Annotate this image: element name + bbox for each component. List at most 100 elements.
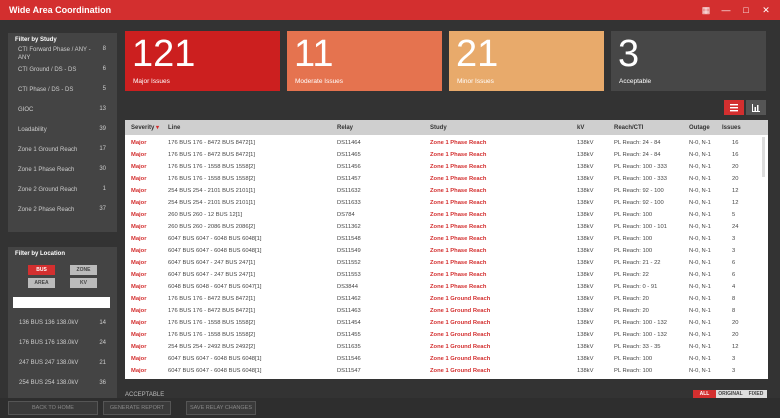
location-search-input[interactable] <box>13 297 110 308</box>
col-kv[interactable]: kV <box>577 125 584 131</box>
study-filter-item[interactable]: GIOC 13 <box>8 104 117 121</box>
study-filter-item[interactable]: Loadability 39 <box>8 124 117 141</box>
location-filter-item[interactable]: 247 BUS 247 138.0kV 21 <box>8 355 117 372</box>
table-row[interactable]: Major 176 BUS 176 - 1558 BUS 1558[2] DS114… <box>125 329 768 341</box>
cell-line: 6047 BUS 6047 - 247 BUS 247[1] <box>168 272 256 278</box>
close-icon[interactable]: ✕ <box>756 5 776 16</box>
col-severity[interactable]: Severity <box>131 125 154 131</box>
table-row[interactable]: Major 176 BUS 176 - 1558 BUS 1558[2] DS114… <box>125 161 768 173</box>
location-filter-item[interactable]: 136 BUS 136 138.0kV 14 <box>8 315 117 332</box>
table-row[interactable]: Major 254 BUS 254 - 2101 BUS 2101[1] DS116… <box>125 197 768 209</box>
generate-report-button[interactable]: GENERATE REPORT <box>103 401 171 415</box>
cell-outage: N-0, N-1 <box>689 272 711 278</box>
table-row[interactable]: Major 6048 BUS 6048 - 6047 BUS 6047[1] DS3… <box>125 281 768 293</box>
cell-relay: DS3844 <box>337 284 358 290</box>
maximize-icon[interactable]: □ <box>736 5 756 15</box>
study-filter-item[interactable]: Zone 2 Phase Reach 37 <box>8 204 117 221</box>
table-row[interactable]: Major 254 BUS 254 - 2492 BUS 2492[2] DS116… <box>125 341 768 353</box>
study-filter-count: 6 <box>102 66 106 72</box>
study-filter-item[interactable]: Zone 2 Ground Reach 1 <box>8 184 117 201</box>
table-row[interactable]: Major 260 BUS 260 - 12 BUS 12[1] DS784 Zone… <box>125 209 768 221</box>
cell-outage: N-0, N-1 <box>689 296 711 302</box>
table-row[interactable]: Major 6047 BUS 6047 - 6048 BUS 6048[1] DS1… <box>125 245 768 257</box>
location-filter-item[interactable]: 176 BUS 176 138.0kV 24 <box>8 335 117 352</box>
chip-zone[interactable]: ZONE <box>70 265 97 275</box>
back-to-home-button[interactable]: BACK TO HOME <box>8 401 98 415</box>
study-filter-item[interactable]: CTI Forward Phase / ANY - ANY 8 <box>8 44 117 61</box>
minor-issues-card[interactable]: 21 Minor Issues <box>449 31 604 91</box>
save-relay-changes-button[interactable]: SAVE RELAY CHANGES <box>186 401 256 415</box>
grid-icon[interactable]: ▦ <box>696 5 716 16</box>
table-row[interactable]: Major 6047 BUS 6047 - 6048 BUS 6048[1] DS1… <box>125 365 768 377</box>
cell-kv: 138kV <box>577 284 594 290</box>
cell-line: 6047 BUS 6047 - 6048 BUS 6048[1] <box>168 236 262 242</box>
study-filter-label: Zone 1 Phase Reach <box>18 167 75 173</box>
cell-relay: DS11635 <box>337 344 361 350</box>
cell-relay: DS11462 <box>337 296 361 302</box>
major-issues-card[interactable]: 121 Major Issues <box>125 31 280 91</box>
cell-relay: DS11632 <box>337 188 361 194</box>
cell-relay: DS11455 <box>337 332 361 338</box>
card-count: 21 <box>456 33 499 75</box>
location-filter-count: 36 <box>99 380 106 386</box>
study-filter-item[interactable]: Zone 1 Phase Reach 30 <box>8 164 117 181</box>
table-row[interactable]: Major 176 BUS 176 - 1558 BUS 1558[2] DS114… <box>125 173 768 185</box>
cell-study: Zone 1 Ground Reach <box>430 344 491 350</box>
cell-severity: Major <box>131 320 147 326</box>
cell-study: Zone 1 Ground Reach <box>430 356 491 362</box>
cell-severity: Major <box>131 200 147 206</box>
study-filter-count: 13 <box>99 106 106 112</box>
table-row[interactable]: Major 6047 BUS 6047 - 247 BUS 247[1] DS115… <box>125 269 768 281</box>
cell-severity: Major <box>131 260 147 266</box>
cell-kv: 138kV <box>577 332 594 338</box>
table-row[interactable]: Major 6047 BUS 6047 - 247 BUS 247[1] DS115… <box>125 257 768 269</box>
table-scrollbar[interactable] <box>762 137 765 177</box>
cell-study: Zone 1 Phase Reach <box>430 284 487 290</box>
study-filter-item[interactable]: Zone 1 Ground Reach 17 <box>8 144 117 161</box>
cell-reach: PL Reach: 100 <box>614 368 653 374</box>
window-title: Wide Area Coordination <box>9 5 112 15</box>
chart-view-button[interactable] <box>746 100 766 115</box>
minimize-icon[interactable]: — <box>716 5 736 15</box>
table-row[interactable]: Major 176 BUS 176 - 8472 BUS 8472[1] DS114… <box>125 293 768 305</box>
study-filter-item[interactable]: CTI Ground / DS - DS 6 <box>8 64 117 81</box>
moderate-issues-card[interactable]: 11 Moderate Issues <box>287 31 442 91</box>
cell-reach: PL Reach: 92 - 100 <box>614 200 664 206</box>
col-relay[interactable]: Relay <box>337 125 353 131</box>
cell-severity: Major <box>131 236 147 242</box>
cell-issues: 16 <box>732 140 739 146</box>
study-filter-item[interactable]: CTI Phase / DS - DS 5 <box>8 84 117 101</box>
table-row[interactable]: Major 176 BUS 176 - 8472 BUS 8472[1] DS114… <box>125 305 768 317</box>
table-row[interactable]: Major 260 BUS 260 - 2086 BUS 2086[2] DS113… <box>125 221 768 233</box>
location-filter-label: 176 BUS 176 138.0kV <box>19 340 79 346</box>
col-line[interactable]: Line <box>168 125 180 131</box>
cell-severity: Major <box>131 356 147 362</box>
cell-line: 260 BUS 260 - 2086 BUS 2086[2] <box>168 224 256 230</box>
col-reach-cti[interactable]: Reach/CTI <box>614 125 643 131</box>
table-row[interactable]: Major 176 BUS 176 - 8472 BUS 8472[1] DS114… <box>125 149 768 161</box>
chip-area[interactable]: AREA <box>28 278 55 288</box>
location-filter-item[interactable]: 254 BUS 254 138.0kV 36 <box>8 375 117 392</box>
acceptable-card[interactable]: 3 Acceptable <box>611 31 766 91</box>
cell-relay: DS11456 <box>337 164 361 170</box>
cell-issues: 20 <box>732 164 739 170</box>
table-row[interactable]: Major 6047 BUS 6047 - 6048 BUS 6048[1] DS1… <box>125 233 768 245</box>
col-study[interactable]: Study <box>430 125 447 131</box>
cell-relay: DS11553 <box>337 272 361 278</box>
table-row[interactable]: Major 176 BUS 176 - 8472 BUS 8472[1] DS114… <box>125 137 768 149</box>
col-outage[interactable]: Outage <box>689 125 710 131</box>
cell-issues: 6 <box>732 260 736 266</box>
chip-kv[interactable]: KV <box>70 278 97 288</box>
chip-bus[interactable]: BUS <box>28 265 55 275</box>
table-row[interactable]: Major 254 BUS 254 - 2101 BUS 2101[1] DS116… <box>125 185 768 197</box>
cell-study: Zone 1 Phase Reach <box>430 260 487 266</box>
list-view-button[interactable] <box>724 100 744 115</box>
col-issues[interactable]: Issues <box>722 125 741 131</box>
table-row[interactable]: Major 6047 BUS 6047 - 6048 BUS 6048[1] DS1… <box>125 353 768 365</box>
sort-desc-icon[interactable]: ▾ <box>156 124 159 131</box>
table-row[interactable]: Major 176 BUS 176 - 1558 BUS 1558[2] DS114… <box>125 317 768 329</box>
cell-kv: 138kV <box>577 236 594 242</box>
cell-outage: N-0, N-1 <box>689 188 711 194</box>
cell-reach: PL Reach: 0 - 91 <box>614 284 658 290</box>
cell-line: 176 BUS 176 - 1558 BUS 1558[2] <box>168 320 256 326</box>
